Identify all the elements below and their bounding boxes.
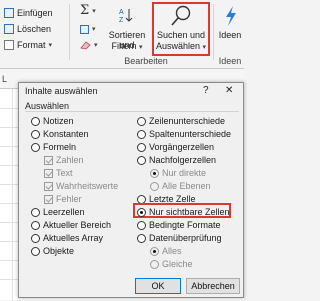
checkbox-text[interactable]: Text [44, 168, 73, 178]
radio-icon [31, 246, 40, 256]
radio-icon [150, 181, 159, 191]
insert-icon [4, 8, 14, 18]
lightning-icon [226, 6, 236, 26]
radio-icon [137, 220, 146, 230]
option-datenueberpruefung[interactable]: Datenüberprüfung [137, 233, 222, 243]
fill-button[interactable]: ▾ [80, 22, 96, 36]
grid-line [12, 89, 13, 301]
checkbox-zahlen[interactable]: Zahlen [44, 155, 84, 165]
option-alles[interactable]: Alles [150, 246, 182, 256]
option-aktueller-bereich[interactable]: Aktueller Bereich [31, 220, 111, 230]
chevron-down-icon: ▾ [92, 26, 96, 33]
group-label: Auswählen [25, 101, 70, 111]
radio-icon [137, 233, 146, 243]
svg-text:Z: Z [119, 17, 124, 24]
format-icon [4, 40, 14, 50]
group-label-edit: Bearbeiten [124, 56, 168, 66]
option-formeln[interactable]: Formeln [31, 142, 76, 152]
checkbox-wahrheitswerte[interactable]: Wahrheitswerte [44, 181, 118, 191]
chevron-down-icon: ▾ [92, 8, 96, 15]
radio-icon [137, 155, 146, 165]
radio-icon [31, 142, 40, 152]
radio-icon [31, 116, 40, 126]
dialog-title: Inhalte auswählen [25, 86, 98, 96]
option-objekte[interactable]: Objekte [31, 246, 74, 256]
format-button[interactable]: Format ▾ [4, 38, 52, 52]
column-header[interactable]: L [2, 74, 7, 84]
option-nachfolgerzellen[interactable]: Nachfolgerzellen [137, 155, 216, 165]
option-aktuelles-array[interactable]: Aktuelles Array [31, 233, 103, 243]
option-notizen[interactable]: Notizen [31, 116, 74, 126]
chevron-down-icon: ▾ [94, 42, 98, 49]
clear-button[interactable]: ▾ [80, 38, 98, 52]
option-bedingte-formate[interactable]: Bedingte Formate [137, 220, 221, 230]
radio-icon [137, 116, 146, 126]
radio-icon [150, 259, 159, 269]
sort-filter-icon: A Z [119, 9, 133, 24]
chevron-down-icon: ▾ [48, 42, 53, 49]
radio-icon [31, 233, 40, 243]
checkbox-icon [44, 155, 53, 165]
eraser-icon [80, 41, 91, 50]
radio-icon [31, 129, 40, 139]
delete-icon [4, 24, 14, 34]
go-to-special-dialog: Inhalte auswählen ? ✕ Auswählen Notizen … [18, 82, 244, 298]
option-alle-ebenen[interactable]: Alle Ebenen [150, 181, 211, 191]
delete-button[interactable]: Löschen [4, 22, 51, 36]
divider [25, 111, 239, 112]
option-konstanten[interactable]: Konstanten [31, 129, 89, 139]
radio-icon [31, 220, 40, 230]
sigma-icon: Σ [80, 3, 90, 18]
radio-icon [150, 168, 159, 178]
option-gleiche[interactable]: Gleiche [150, 259, 193, 269]
fill-down-icon [80, 24, 89, 34]
checkbox-fehler[interactable]: Fehler [44, 194, 82, 204]
option-vorgaengerzellen[interactable]: Vorgängerzellen [137, 142, 214, 152]
close-icon[interactable]: ✕ [225, 85, 233, 96]
divider [213, 4, 214, 60]
chevron-down-icon: ▾ [139, 44, 143, 51]
radio-icon [137, 129, 146, 139]
ideas-button[interactable]: Ideen [216, 4, 244, 54]
autosum-button[interactable]: Σ ▾ [80, 4, 96, 18]
checkbox-icon [44, 168, 53, 178]
option-leerzellen[interactable]: Leerzellen [31, 207, 85, 217]
help-icon[interactable]: ? [203, 85, 209, 96]
option-nur-direkte[interactable]: Nur direkte [150, 168, 206, 178]
chevron-down-icon: ▾ [202, 44, 207, 51]
checkbox-icon [44, 181, 53, 191]
radio-icon [31, 207, 40, 217]
checkbox-icon [44, 194, 53, 204]
option-nur-sichtbare-zellen[interactable]: Nur sichtbare Zellen [137, 207, 230, 217]
cancel-button[interactable]: Abbrechen [186, 278, 240, 294]
group-label-ideas: Ideen [218, 56, 242, 66]
radio-icon [137, 142, 146, 152]
radio-icon [150, 246, 159, 256]
radio-icon [137, 207, 146, 217]
divider [69, 4, 70, 60]
magnifier-icon [171, 5, 191, 26]
option-zeilenunterschiede[interactable]: Zeilenunterschiede [137, 116, 225, 126]
svg-text:A: A [119, 9, 124, 16]
option-spaltenunterschiede[interactable]: Spaltenunterschiede [137, 129, 231, 139]
insert-button[interactable]: Einfügen [4, 6, 53, 20]
find-select-button[interactable]: Suchen und Auswählen ▾ [154, 4, 208, 54]
sort-filter-button[interactable]: A Z Sortieren und Filtern ▾ [104, 4, 150, 54]
ok-button[interactable]: OK [135, 278, 181, 294]
ribbon: Einfügen Löschen Format ▾ Σ ▾ ▾ ▾ A Z So… [0, 0, 244, 68]
